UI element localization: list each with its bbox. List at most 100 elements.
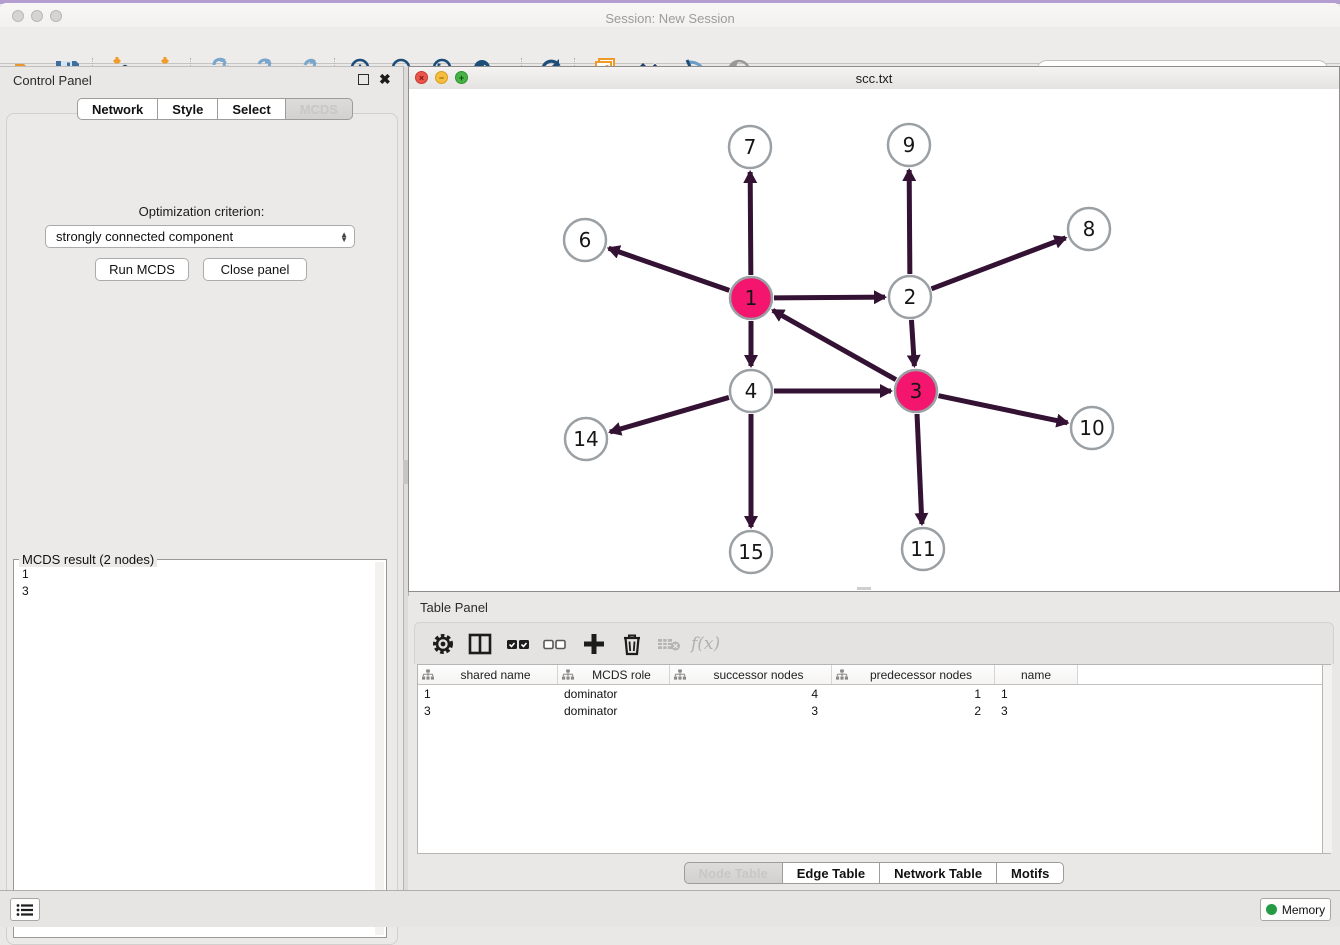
table-row[interactable]: 1dominator411 bbox=[418, 685, 1330, 702]
column-header-predecessor-nodes[interactable]: predecessor nodes bbox=[832, 665, 995, 684]
optimization-criterion-select[interactable]: strongly connected component ▲▼ bbox=[45, 225, 355, 248]
edge-2-8[interactable] bbox=[932, 238, 1066, 289]
edge-4-14[interactable] bbox=[610, 397, 729, 432]
svg-text:1: 1 bbox=[745, 286, 758, 310]
status-bar: Memory bbox=[0, 890, 1340, 927]
cell-predecessor-nodes[interactable]: 1 bbox=[832, 687, 995, 701]
cell-successor-nodes[interactable]: 4 bbox=[670, 687, 832, 701]
column-header-name[interactable]: name bbox=[995, 665, 1078, 684]
cell-MCDS-role[interactable]: dominator bbox=[558, 704, 670, 718]
edge-3-11[interactable] bbox=[917, 414, 922, 524]
svg-text:4: 4 bbox=[745, 379, 758, 403]
delete-table-icon bbox=[656, 631, 682, 657]
edge-2-3[interactable] bbox=[911, 320, 914, 366]
svg-text:6: 6 bbox=[579, 228, 592, 252]
main-toolbar bbox=[0, 27, 1340, 64]
edge-1-2[interactable] bbox=[774, 297, 885, 298]
memory-button[interactable]: Memory bbox=[1260, 898, 1331, 921]
tab-style[interactable]: Style bbox=[157, 98, 218, 120]
attribute-type-icon bbox=[674, 669, 686, 681]
tab-edge-table[interactable]: Edge Table bbox=[782, 862, 880, 884]
network-view-title: scc.txt bbox=[409, 71, 1339, 86]
table-panel-title: Table Panel bbox=[420, 600, 488, 615]
control-panel-title: Control Panel bbox=[13, 73, 92, 88]
control-panel: Control Panel ✖ NetworkStyleSelectMCDS O… bbox=[0, 66, 403, 891]
run-mcds-button[interactable]: Run MCDS bbox=[95, 258, 189, 281]
graph-node-10[interactable]: 10 bbox=[1071, 407, 1113, 449]
canvas-resize-handle[interactable] bbox=[857, 587, 871, 590]
tab-mcds[interactable]: MCDS bbox=[285, 98, 353, 120]
deselect-checkboxes-icon[interactable] bbox=[542, 631, 568, 657]
graph-node-6[interactable]: 6 bbox=[564, 219, 606, 261]
attribute-type-icon bbox=[836, 669, 848, 681]
graph-node-11[interactable]: 11 bbox=[902, 528, 944, 570]
cell-predecessor-nodes[interactable]: 2 bbox=[832, 704, 995, 718]
graph-node-14[interactable]: 14 bbox=[565, 418, 607, 460]
dropdown-value: strongly connected component bbox=[56, 229, 233, 244]
select-all-checkboxes-icon[interactable] bbox=[505, 631, 531, 657]
add-column-icon[interactable] bbox=[581, 631, 607, 657]
graph-node-2[interactable]: 2 bbox=[889, 276, 931, 318]
edge-3-1[interactable] bbox=[773, 310, 896, 379]
control-panel-tabs: NetworkStyleSelectMCDS bbox=[77, 98, 353, 120]
network-graph-canvas[interactable]: 7 9 6 8 1 2 4 3 14 10 15 11 bbox=[409, 89, 1339, 591]
svg-text:15: 15 bbox=[738, 540, 763, 564]
graph-node-15[interactable]: 15 bbox=[730, 531, 772, 573]
gear-icon[interactable] bbox=[430, 631, 456, 657]
network-window-titlebar[interactable]: × − + scc.txt bbox=[409, 67, 1339, 90]
svg-text:3: 3 bbox=[910, 379, 923, 403]
column-header-MCDS-role[interactable]: MCDS role bbox=[558, 665, 670, 684]
optimization-criterion-label: Optimization criterion: bbox=[0, 204, 403, 219]
edge-2-9[interactable] bbox=[909, 170, 910, 274]
svg-text:7: 7 bbox=[744, 135, 757, 159]
graph-node-9[interactable]: 9 bbox=[888, 124, 930, 166]
column-header-shared-name[interactable]: shared name bbox=[418, 665, 558, 684]
result-scrollbar[interactable] bbox=[375, 562, 384, 935]
tab-network-table[interactable]: Network Table bbox=[879, 862, 997, 884]
graph-node-3[interactable]: 3 bbox=[895, 370, 937, 412]
graph-node-1[interactable]: 1 bbox=[730, 277, 772, 319]
panel-menu-button[interactable] bbox=[10, 898, 40, 921]
edge-3-10[interactable] bbox=[939, 396, 1068, 423]
cell-name[interactable]: 1 bbox=[995, 687, 1078, 701]
close-panel-button[interactable]: Close panel bbox=[203, 258, 307, 281]
edge-1-7[interactable] bbox=[750, 172, 751, 275]
memory-label: Memory bbox=[1282, 903, 1325, 917]
cell-MCDS-role[interactable]: dominator bbox=[558, 687, 670, 701]
graph-node-4[interactable]: 4 bbox=[730, 370, 772, 412]
cell-successor-nodes[interactable]: 3 bbox=[670, 704, 832, 718]
mcds-result-values: 1 3 bbox=[22, 566, 29, 600]
table-row[interactable]: 3dominator323 bbox=[418, 702, 1330, 719]
tab-network[interactable]: Network bbox=[77, 98, 158, 120]
table-toolbar: f(x) bbox=[414, 622, 1334, 664]
svg-text:9: 9 bbox=[903, 133, 916, 157]
node-table[interactable]: shared nameMCDS rolesuccessor nodesprede… bbox=[417, 664, 1331, 854]
window-title: Session: New Session bbox=[0, 11, 1340, 26]
tab-motifs[interactable]: Motifs bbox=[996, 862, 1064, 884]
column-header-successor-nodes[interactable]: successor nodes bbox=[670, 665, 832, 684]
graph-node-8[interactable]: 8 bbox=[1068, 208, 1110, 250]
list-icon bbox=[16, 903, 34, 917]
split-columns-icon[interactable] bbox=[467, 631, 493, 657]
attribute-type-icon bbox=[562, 669, 574, 681]
tab-select[interactable]: Select bbox=[217, 98, 285, 120]
table-header-row: shared nameMCDS rolesuccessor nodesprede… bbox=[418, 665, 1330, 685]
tab-node-table[interactable]: Node Table bbox=[684, 862, 783, 884]
close-panel-icon[interactable]: ✖ bbox=[379, 74, 391, 85]
cell-shared-name[interactable]: 3 bbox=[418, 704, 558, 718]
function-builder-icon: f(x) bbox=[691, 631, 731, 657]
cell-name[interactable]: 3 bbox=[995, 704, 1078, 718]
memory-status-icon bbox=[1266, 904, 1277, 915]
svg-text:8: 8 bbox=[1083, 217, 1096, 241]
svg-text:11: 11 bbox=[910, 537, 935, 561]
trash-icon[interactable] bbox=[619, 631, 645, 657]
table-rows: 1dominator4113dominator323 bbox=[418, 685, 1330, 719]
float-panel-icon[interactable] bbox=[358, 74, 369, 85]
svg-text:2: 2 bbox=[904, 285, 917, 309]
app-titlebar: Session: New Session bbox=[0, 3, 1340, 27]
mcds-result-box: MCDS result (2 nodes) 1 3 bbox=[13, 559, 387, 938]
edge-1-6[interactable] bbox=[609, 248, 730, 290]
cell-shared-name[interactable]: 1 bbox=[418, 687, 558, 701]
table-scrollbar[interactable] bbox=[1322, 665, 1332, 853]
graph-node-7[interactable]: 7 bbox=[729, 126, 771, 168]
